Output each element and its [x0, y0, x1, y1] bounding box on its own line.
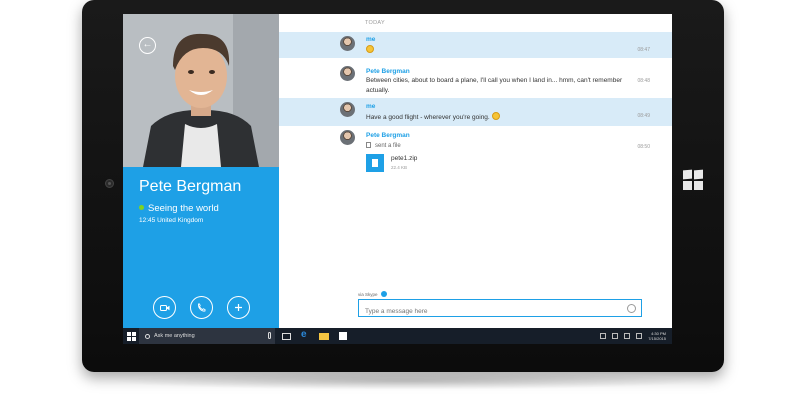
via-skype-label: via Skype	[358, 291, 387, 297]
message-row[interactable]: me Have a good flight - wherever you're …	[279, 98, 672, 126]
message-text	[366, 45, 626, 56]
file-notice: sent a file	[366, 142, 401, 149]
clock-date: 7/15/2015	[648, 336, 666, 341]
message-sender: me	[366, 103, 376, 110]
front-camera	[105, 179, 114, 188]
device-shadow	[110, 372, 700, 390]
check-icon	[380, 291, 387, 297]
search-placeholder: Ask me anything	[154, 333, 195, 339]
edge-browser-icon[interactable]	[297, 328, 313, 344]
message-time: 08:50	[637, 144, 650, 150]
contact-photo: ←	[123, 14, 279, 167]
message-row[interactable]: Pete Bergman sent a file 08:50 pete1.zip…	[279, 128, 672, 192]
file-name[interactable]: pete1.zip	[391, 155, 417, 162]
message-sender: Pete Bergman	[366, 132, 410, 139]
product-shot: ← Pete Bergman Seeing the world 12:45 Un…	[0, 0, 800, 400]
via-skype-text: via Skype	[358, 292, 378, 297]
start-button[interactable]	[123, 328, 139, 344]
file-attachment-button[interactable]	[366, 154, 384, 172]
smiley-emoji-icon	[366, 45, 374, 53]
video-camera-icon	[159, 304, 169, 311]
taskbar-clock[interactable]: 4:30 PM 7/15/2015	[648, 331, 666, 341]
conversation-pane: TODAY me 08:47 Pete Bergman Between citi…	[279, 14, 672, 328]
microphone-icon[interactable]	[268, 332, 271, 339]
message-text-content: Have a good flight - wherever you're goi…	[366, 114, 490, 121]
message-sender: Pete Bergman	[366, 68, 410, 75]
avatar	[340, 66, 355, 81]
task-view-icon[interactable]	[278, 328, 294, 344]
message-text: Between cities, about to board a plane, …	[366, 77, 623, 94]
voice-call-button[interactable]	[190, 296, 213, 319]
avatar	[340, 130, 355, 145]
cortana-ring-icon	[145, 333, 150, 339]
chevron-up-icon[interactable]	[600, 333, 607, 339]
file-icon	[372, 159, 378, 167]
message-text: Have a good flight - wherever you're goi…	[366, 112, 626, 123]
day-separator: TODAY	[365, 20, 385, 26]
avatar	[340, 102, 355, 117]
plus-icon	[235, 304, 242, 311]
store-icon[interactable]	[335, 328, 351, 344]
contact-name: Pete Bergman	[139, 178, 242, 195]
contact-local-time: 12:45 United Kingdom	[139, 217, 204, 224]
windows-hardware-button[interactable]	[683, 169, 703, 190]
smiley-emoji-icon	[491, 112, 500, 120]
message-sender: me	[366, 36, 376, 43]
message-composer[interactable]	[358, 299, 642, 320]
message-input[interactable]	[359, 303, 609, 320]
windows-taskbar: Ask me anything 4:30 PM 7/15/2015	[123, 328, 672, 344]
contact-profile-panel: ← Pete Bergman Seeing the world 12:45 Un…	[123, 14, 279, 328]
notifications-icon[interactable]	[636, 333, 643, 339]
add-people-button[interactable]	[227, 296, 250, 319]
video-call-button[interactable]	[153, 296, 176, 319]
message-time: 08:49	[637, 113, 650, 119]
system-tray: 4:30 PM 7/15/2015	[600, 331, 672, 341]
document-icon	[366, 142, 371, 148]
back-arrow-icon[interactable]: ←	[139, 37, 156, 54]
call-actions	[153, 296, 250, 319]
emoticon-picker-icon[interactable]	[627, 304, 636, 313]
online-status-dot	[139, 205, 144, 210]
contact-status-text: Seeing the world	[148, 203, 219, 214]
network-icon[interactable]	[612, 333, 619, 339]
tablet-screen: ← Pete Bergman Seeing the world 12:45 Un…	[123, 14, 672, 344]
message-row[interactable]: me 08:47	[279, 32, 672, 58]
cortana-search-box[interactable]: Ask me anything	[139, 328, 275, 344]
file-notice-text: sent a file	[375, 143, 401, 149]
message-time: 08:47	[637, 47, 650, 53]
message-time: 08:48	[637, 78, 650, 84]
contact-status: Seeing the world	[139, 203, 219, 214]
file-explorer-icon[interactable]	[316, 328, 332, 344]
message-row[interactable]: Pete Bergman Between cities, about to bo…	[279, 62, 672, 98]
phone-icon	[197, 303, 206, 312]
file-size: 22.4 KB	[391, 165, 408, 170]
volume-icon[interactable]	[624, 333, 631, 339]
avatar	[340, 36, 355, 51]
